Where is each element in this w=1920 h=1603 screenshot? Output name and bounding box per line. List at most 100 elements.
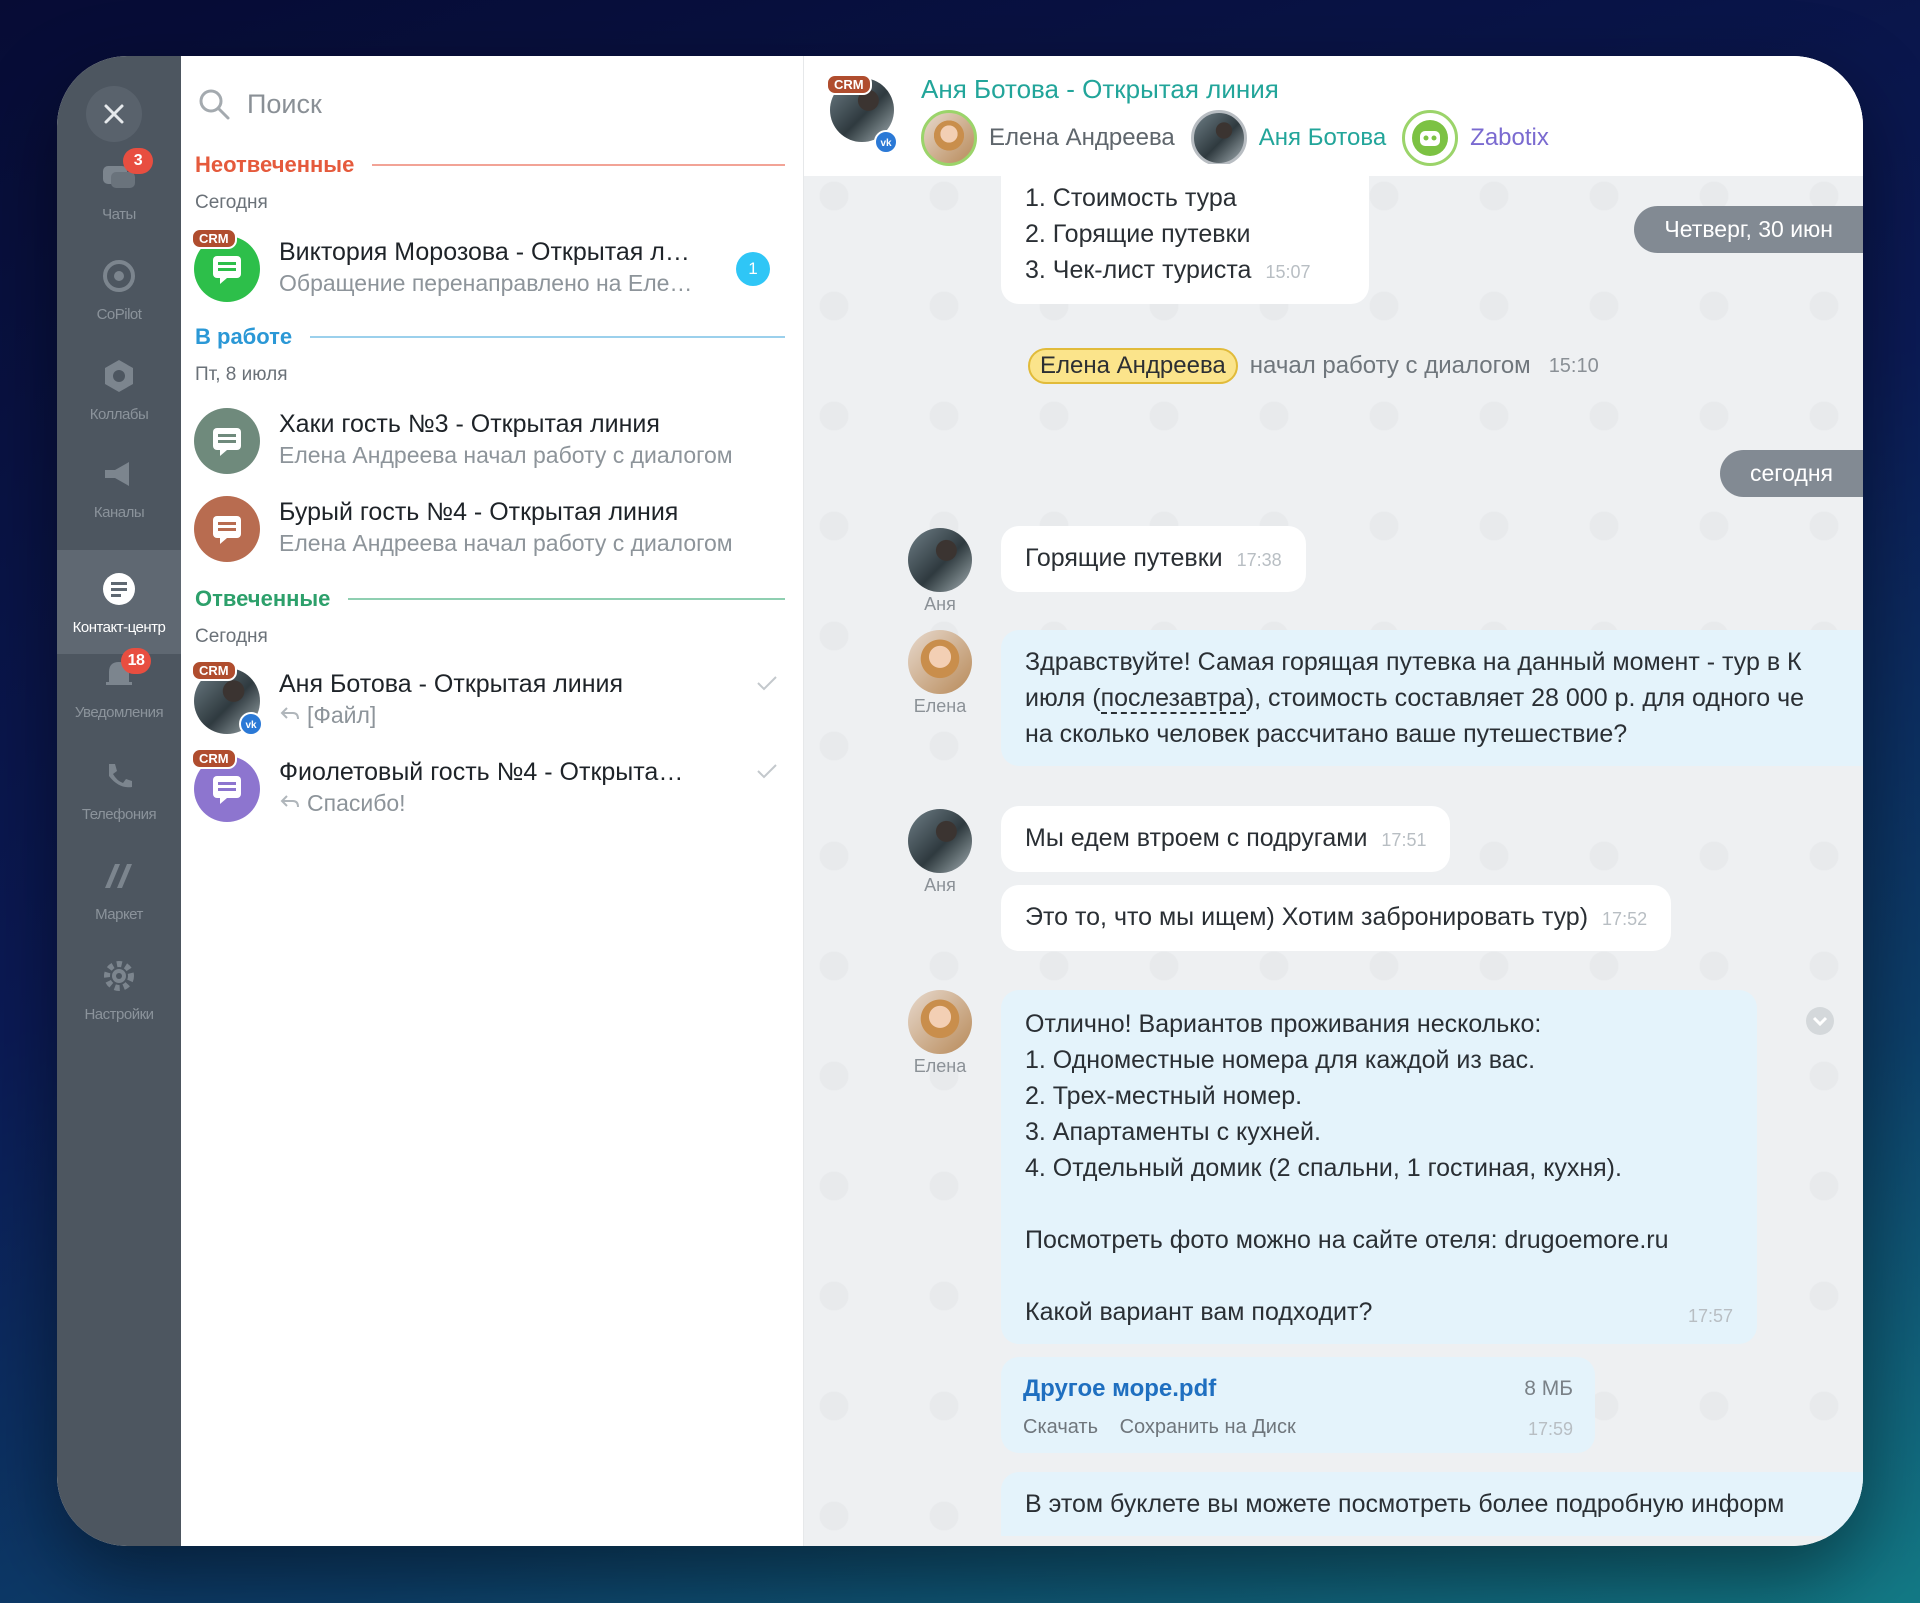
participants: Елена Андреева Аня Ботова Zabotix [921, 110, 1549, 166]
message-bubble: В этом буклете вы можете посмотреть боле… [1001, 1472, 1863, 1536]
close-button[interactable] [86, 86, 142, 142]
chat-row[interactable]: CRM vk Аня Ботова - Открытая линия [Файл… [181, 660, 803, 740]
system-user-badge[interactable]: Елена Андреева [1028, 348, 1238, 384]
save-to-disk-link[interactable]: Сохранить на Диск [1120, 1416, 1296, 1438]
notifications-badge: 18 [121, 648, 151, 674]
nav-label: Уведомления [74, 704, 164, 721]
crm-tag: CRM [826, 74, 872, 95]
megaphone-icon [105, 462, 129, 486]
nav-item-market[interactable]: Маркет [57, 856, 181, 966]
avatar [1190, 110, 1247, 166]
search-bar[interactable]: Поиск [197, 74, 322, 134]
message-time: 15:07 [1265, 262, 1311, 282]
section-in-work: В работе [195, 324, 785, 350]
message-text: Горящие путевки [1025, 544, 1223, 572]
date-divider: сегодня [1719, 450, 1863, 497]
nav-item-telephony[interactable]: Телефония [57, 756, 181, 866]
search-icon [199, 89, 230, 120]
message-sender: Аня [906, 528, 974, 615]
chat-line-icon [213, 516, 241, 544]
system-text: начал работу с диалогом [1249, 352, 1531, 379]
reply-arrow-icon [280, 707, 299, 720]
section-unanswered: Неотвеченные [195, 152, 785, 178]
chat-subtitle: Елена Андреева начал работу с диалогом [279, 442, 733, 468]
phone-icon [109, 764, 132, 788]
divider [348, 598, 785, 600]
message-line: Какой вариант вам подходит? 17:57 [1025, 1294, 1733, 1330]
unread-badge: 1 [736, 252, 770, 286]
chats-badge: 3 [123, 148, 153, 174]
contact-center-icon [103, 572, 135, 605]
divider [310, 336, 785, 338]
nav-label: Каналы [93, 504, 145, 521]
participant-name[interactable]: Аня Ботова [1259, 124, 1386, 152]
chat-subtitle: Обращение перенаправлено на Еле… [279, 270, 693, 296]
chat-subtitle: Елена Андреева начал работу с диалогом [279, 530, 733, 556]
copilot-icon [103, 260, 135, 292]
nav-item-collabs[interactable]: Коллабы [57, 356, 181, 466]
message-bubble: Это то, что мы ищем) Хотим забронировать… [1001, 885, 1672, 951]
message-text: Мы едем втроем с подругами [1025, 824, 1368, 852]
chat-area: CRM vk Аня Ботова - Открытая линия Елена… [804, 56, 1863, 1546]
message-line: 3. Апартаменты с кухней. [1025, 1118, 1321, 1146]
nav-item-contact-center[interactable]: Контакт-центр [57, 550, 181, 654]
section-answered: Отвеченные [195, 586, 785, 612]
file-name[interactable]: Другое море.pdf [1023, 1371, 1216, 1407]
message-text: июля ( [1025, 684, 1101, 712]
message-time: 17:52 [1602, 909, 1648, 929]
nav-item-copilot[interactable]: CoPilot [57, 256, 181, 366]
participant-name[interactable]: Zabotix [1470, 124, 1549, 152]
chat-list-panel: Поиск Неотвеченные Сегодня CRM Виктория … [181, 56, 804, 1546]
chat-subtitle: [Файл] [279, 702, 376, 729]
check-icon [757, 676, 777, 691]
message-line: июля (послезавтра), стоимость составляет… [1025, 680, 1863, 716]
message-line: 2. Горящие путевки [1025, 220, 1251, 248]
date-divider: Четверг, 30 июн [1634, 206, 1863, 253]
file-size: 8 МБ [1524, 1377, 1573, 1400]
system-time: 15:10 [1548, 354, 1599, 377]
nav-item-channels[interactable]: Каналы [57, 454, 181, 564]
message-line: 3. Чек-лист туриста [1025, 256, 1252, 284]
crm-tag: CRM [191, 660, 237, 681]
nav-item-settings[interactable]: Настройки [57, 956, 181, 1066]
message-bubble: Горящие путевки 17:38 [1001, 526, 1306, 592]
download-link[interactable]: Скачать [1023, 1416, 1098, 1438]
date-label: Сегодня [195, 192, 268, 213]
file-attachment: Другое море.pdf 8 МБ Скачать Сохранить н… [1001, 1357, 1595, 1453]
nav-label: Телефония [81, 806, 157, 823]
chat-title[interactable]: Аня Ботова - Открытая линия [921, 74, 1279, 105]
chat-row[interactable]: CRM Фиолетовый гость №4 - Открыта… Спаси… [181, 748, 803, 828]
reply-arrow-icon [280, 795, 299, 808]
section-title: Отвеченные [195, 586, 331, 611]
search-input[interactable]: Поиск [247, 89, 322, 120]
nav-label: Чаты [102, 206, 136, 223]
check-icon [757, 764, 777, 779]
nav-item-chats[interactable]: 3 Чаты [57, 148, 181, 266]
vk-icon: vk [874, 130, 898, 154]
message-text: Это то, что мы ищем) Хотим забронировать… [1025, 903, 1589, 931]
participant-name[interactable]: Елена Андреева [989, 124, 1175, 152]
date-link[interactable]: послезавтра [1100, 684, 1246, 714]
chat-row[interactable]: Хаки гость №3 - Открытая линия Елена Анд… [181, 400, 803, 480]
message-time: 17:59 [1527, 1419, 1573, 1439]
sender-name: Аня [924, 875, 956, 895]
avatar [908, 809, 972, 873]
message-bubble: Здравствуйте! Самая горящая путевка на д… [1001, 630, 1863, 766]
sender-name: Елена [913, 1056, 967, 1076]
chat-title: Виктория Морозова - Открытая л… [279, 238, 690, 266]
nav-label: Коллабы [89, 406, 149, 423]
chevron-down-icon[interactable] [1805, 1006, 1835, 1036]
date-label: Сегодня [195, 626, 268, 647]
chat-row[interactable]: CRM Виктория Морозова - Открытая л… Обра… [181, 228, 803, 308]
nav-item-notifications[interactable]: 18 Уведомления [57, 648, 181, 764]
chat-line-icon [213, 428, 241, 456]
avatar [908, 990, 972, 1054]
message-line: 1. Стоимость тура [1025, 184, 1237, 212]
vk-icon: vk [239, 712, 263, 736]
chat-row[interactable]: Бурый гость №4 - Открытая линия Елена Ан… [181, 488, 803, 568]
chat-subtitle: Спасибо! [279, 790, 406, 817]
nav-label: Маркет [95, 906, 143, 923]
message-text: Какой вариант вам подходит? [1025, 1298, 1373, 1326]
bot-icon [1412, 120, 1449, 156]
message-sender: Елена [906, 630, 974, 717]
